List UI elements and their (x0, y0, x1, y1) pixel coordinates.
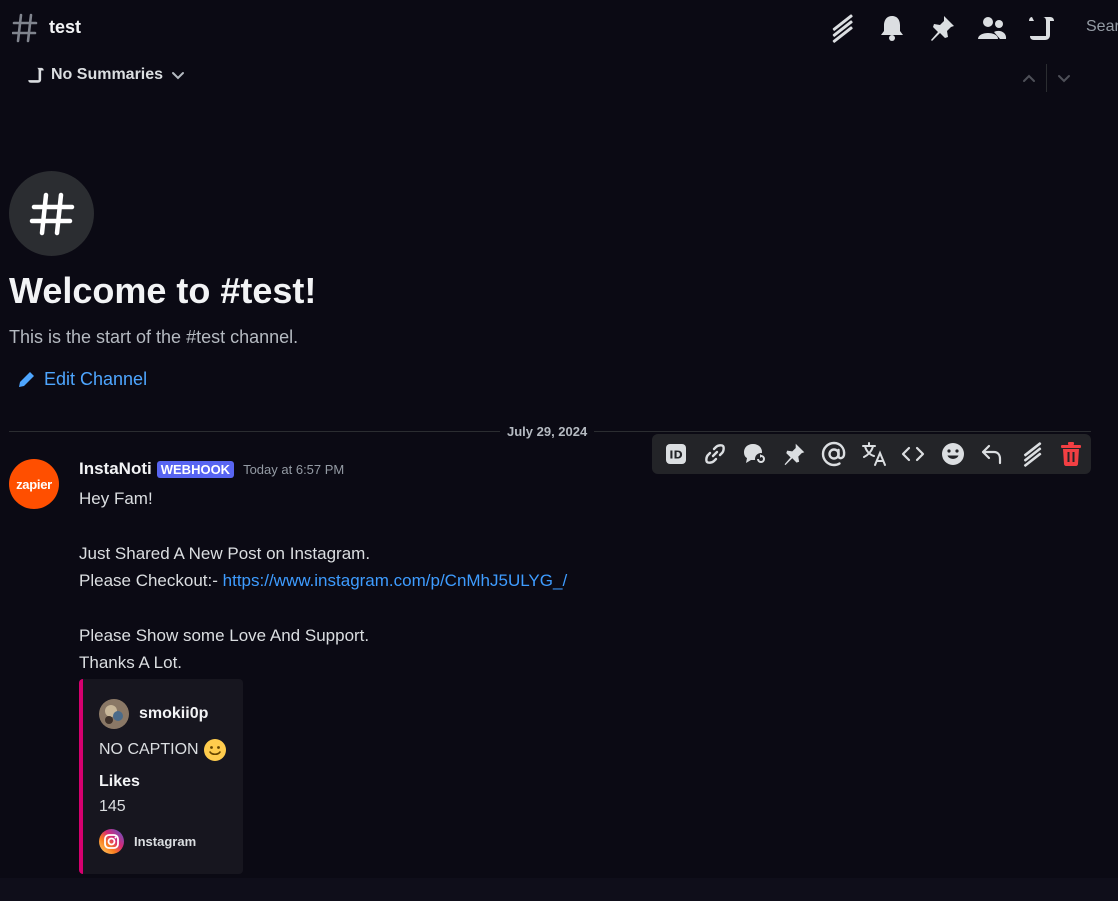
header-toolbar (826, 12, 1058, 44)
message-header: InstaNoti WEBHOOK Today at 6:57 PM (79, 459, 344, 479)
avatar-logo-text: zapier (16, 476, 52, 492)
instagram-post-link[interactable]: https://www.instagram.com/p/CnMhJ5ULYG_/ (223, 571, 568, 590)
emoji-smile-icon (941, 443, 964, 465)
welcome-title: Welcome to #test! (9, 270, 317, 311)
summaries-label: No Summaries (51, 66, 164, 83)
edit-channel-button[interactable]: Edit Channel (16, 369, 147, 390)
summaries-icon[interactable] (1026, 12, 1058, 44)
channel-header: test Search (0, 0, 1118, 56)
mention-button[interactable] (814, 434, 854, 474)
member-list-icon[interactable] (976, 12, 1008, 44)
message-line: Just Shared A New Post on Instagram. (79, 543, 371, 563)
at-sign-icon (821, 441, 846, 467)
message-actions-toolbar: ID (652, 434, 1091, 474)
pencil-icon (19, 371, 34, 387)
channel-name: test (49, 17, 82, 37)
slight-smile-emoji-icon (203, 739, 226, 761)
notification-bell-icon[interactable] (876, 12, 908, 44)
delete-message-button[interactable] (1051, 434, 1091, 474)
summary-navigation (1012, 64, 1081, 92)
embed-author: smokii0p (99, 699, 208, 729)
message-line-with-link: Please Checkout:- https://www.instagram.… (79, 567, 567, 594)
svg-text:ID: ID (669, 449, 682, 462)
summaries-icon (28, 67, 44, 83)
hashtag-icon (12, 13, 38, 43)
reply-button[interactable] (972, 434, 1012, 474)
id-icon: ID (665, 444, 686, 464)
divider-date: July 29, 2024 (500, 424, 595, 439)
link-icon (705, 444, 726, 464)
summaries-dropdown[interactable]: No Summaries (27, 66, 187, 84)
threads-icon (1023, 442, 1041, 467)
message-line: Thanks A Lot. (79, 653, 183, 673)
search-input[interactable]: Search (1086, 18, 1118, 36)
channel-welcome-avatar (9, 171, 94, 256)
embed-author-name[interactable]: smokii0p (139, 705, 208, 723)
chevron-down-icon (1058, 75, 1070, 83)
chevron-up-icon (1023, 74, 1035, 82)
profile-picture-icon (99, 699, 129, 729)
view-source-button[interactable] (893, 434, 933, 474)
instagram-icon (99, 829, 124, 854)
pin-icon[interactable] (926, 12, 958, 44)
message-input-area (0, 878, 1118, 901)
message-timestamp: Today at 6:57 PM (243, 461, 345, 477)
embed-field-name: Likes (99, 773, 140, 790)
instagram-embed: smokii0p NO CAPTION Likes 145 Instagram (79, 679, 243, 874)
add-reaction-button[interactable] (933, 434, 973, 474)
avatar[interactable]: zapier (9, 459, 59, 509)
threads-icon[interactable] (826, 12, 858, 44)
embed-description: NO CAPTION (99, 738, 227, 762)
create-thread-button[interactable] (1012, 434, 1052, 474)
copy-link-button[interactable] (696, 434, 736, 474)
chat-refresh-icon (743, 444, 767, 465)
translate-icon (861, 442, 886, 466)
message-line (79, 595, 567, 622)
thread-reply-button[interactable] (735, 434, 775, 474)
welcome-subtitle: This is the start of the #test channel. (9, 327, 299, 347)
reply-arrow-icon (982, 444, 1002, 465)
trash-icon (1061, 442, 1082, 466)
pin-icon (784, 443, 805, 466)
hashtag-icon (29, 192, 74, 235)
author-name[interactable]: InstaNoti (79, 459, 152, 479)
webhook-badge: WEBHOOK (156, 460, 235, 478)
embed-footer: Instagram (99, 829, 196, 854)
translate-button[interactable] (854, 434, 894, 474)
edit-channel-label: Edit Channel (44, 369, 148, 389)
code-brackets-icon (901, 446, 925, 462)
message-content: Hey Fam! Just Shared A New Post on Insta… (79, 485, 567, 677)
next-summary-button[interactable] (1047, 64, 1081, 92)
embed-author-avatar (99, 699, 129, 729)
copy-id-button[interactable]: ID (656, 434, 696, 474)
message-line: Please Checkout:- (79, 571, 223, 591)
message-line: Please Show some Love And Support. (79, 625, 370, 645)
embed-footer-text: Instagram (134, 834, 197, 849)
chevron-down-icon (172, 72, 185, 80)
embed-field-value: 145 (99, 798, 126, 815)
previous-summary-button[interactable] (1012, 64, 1046, 92)
embed-description-text: NO CAPTION (99, 741, 199, 758)
pin-message-button[interactable] (775, 434, 815, 474)
message-line (79, 512, 567, 539)
message-line: Hey Fam! (79, 489, 153, 508)
